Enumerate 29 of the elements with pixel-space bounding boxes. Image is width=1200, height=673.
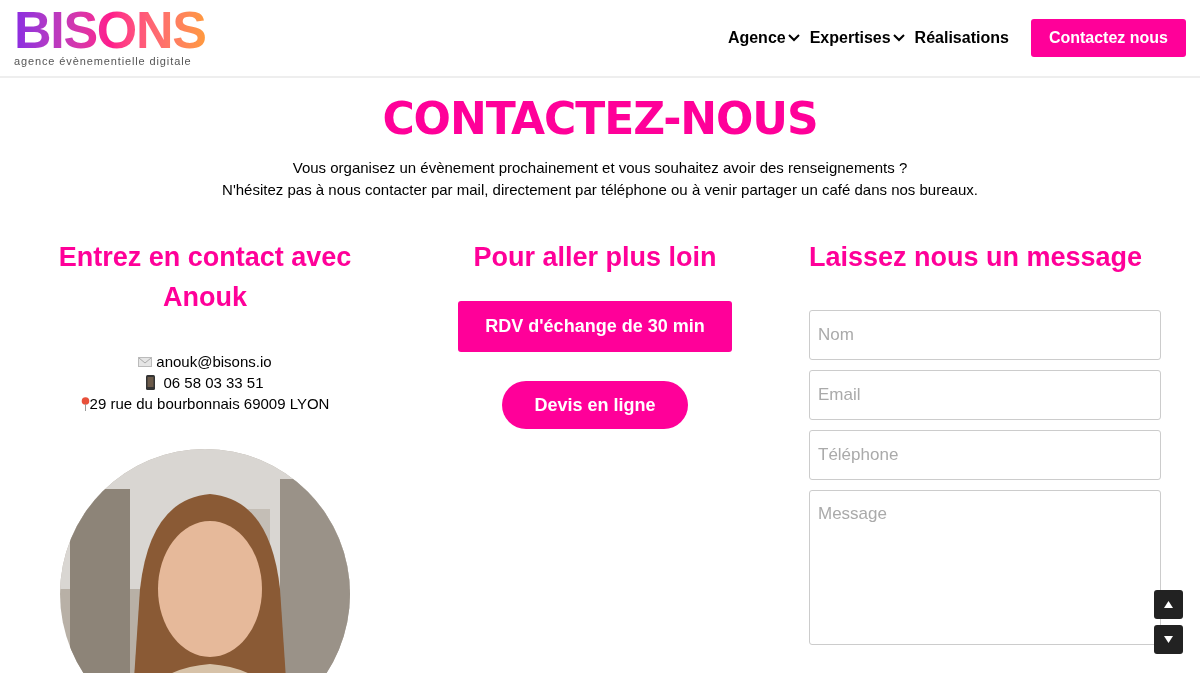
form-heading: Laissez nous un message bbox=[809, 241, 1144, 274]
intro-text: Vous organisez un évènement prochainement et vous souhaitez avoir des renseignements ? bbox=[291, 158, 909, 178]
quote-button[interactable]: Devis en ligne bbox=[502, 381, 688, 429]
contact-detail: 06 58 03 33 51 bbox=[163, 373, 264, 393]
triangle-up-icon bbox=[1164, 601, 1173, 608]
contact-button[interactable]: Contactez nous bbox=[1030, 19, 1186, 57]
intro-text: N'hésitez pas à nous contacter par mail, directement par téléphone ou à venir partager un café dans nos bureaux. bbox=[221, 180, 979, 200]
chevron-down-icon bbox=[787, 34, 800, 42]
input-field[interactable]: Téléphone bbox=[809, 430, 1161, 480]
contact-detail: 29 rue du bourbonnais 69009 LYON bbox=[89, 394, 330, 414]
logo-tagline: agence évènementielle digitale bbox=[14, 53, 193, 69]
nav-link[interactable]: Expertises bbox=[809, 26, 905, 50]
message-field[interactable]: Message bbox=[809, 490, 1161, 645]
more-heading: Pour aller plus loin bbox=[473, 241, 717, 274]
triangle-down-icon bbox=[1164, 636, 1173, 643]
input-field[interactable]: Email bbox=[809, 370, 1161, 420]
contact-detail: anouk@bisons.io bbox=[156, 352, 272, 372]
phone-icon bbox=[146, 375, 156, 390]
nav-link[interactable]: Agence bbox=[727, 26, 800, 50]
input-field[interactable]: Nom bbox=[809, 310, 1161, 360]
page-title: CONTACTEZ-NOUS bbox=[381, 94, 819, 144]
pin-icon bbox=[80, 396, 90, 411]
envelope-icon bbox=[138, 356, 153, 367]
scroll-down-button[interactable] bbox=[1154, 625, 1183, 654]
scroll-up-button[interactable] bbox=[1154, 590, 1183, 619]
appointment-button[interactable]: RDV d'échange de 30 min bbox=[458, 301, 732, 352]
chevron-down-icon bbox=[892, 34, 905, 42]
nav-link[interactable]: Réalisations bbox=[914, 26, 1009, 50]
contact-heading: Entrez en contact avec Anouk bbox=[57, 241, 353, 314]
